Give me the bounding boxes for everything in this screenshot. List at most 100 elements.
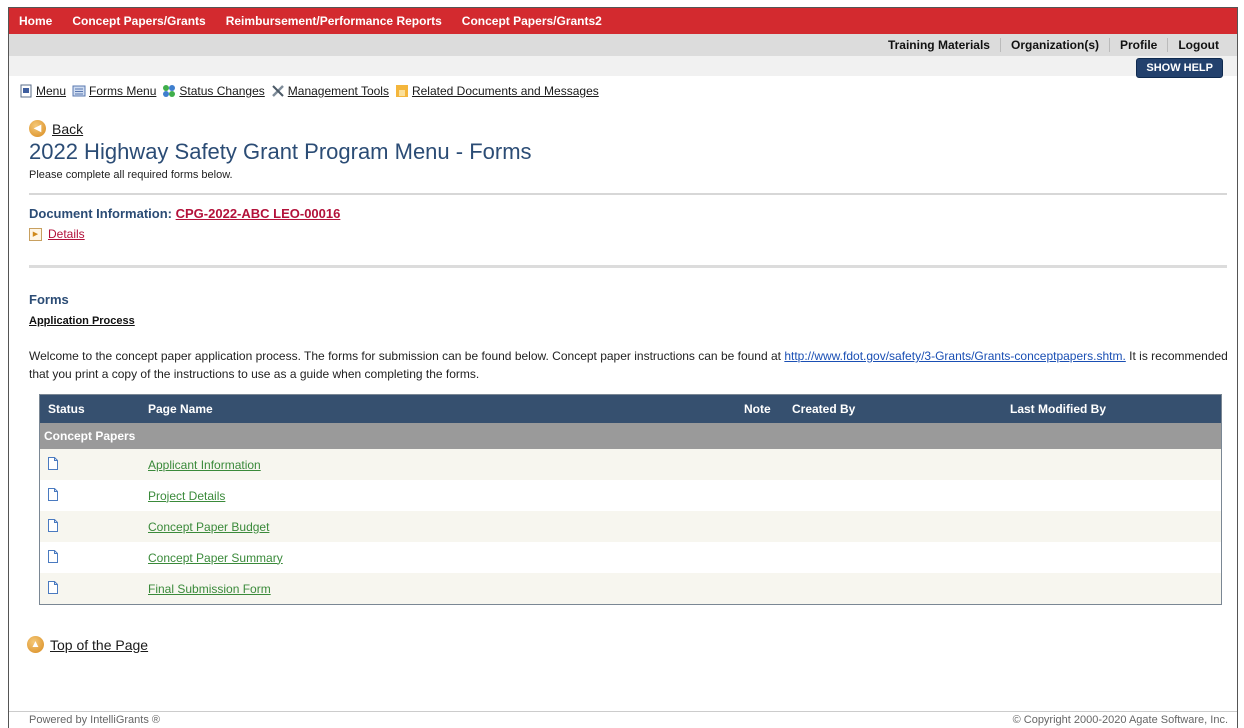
note-cell <box>736 542 784 573</box>
up-arrow-icon[interactable]: ▲ <box>27 636 44 653</box>
user-navigation: Training Materials Organization(s) Profi… <box>9 34 1237 56</box>
last-modified-cell <box>1002 573 1222 605</box>
forms-table: Status Page Name Note Created By Last Mo… <box>39 394 1222 605</box>
table-row: Concept Paper Summary <box>39 542 1222 573</box>
group-label: Concept Papers <box>39 423 1222 449</box>
forms-heading: Forms <box>29 292 69 307</box>
note-cell <box>736 449 784 480</box>
status-changes-tool[interactable]: Status Changes <box>162 84 265 98</box>
tools-icon <box>271 85 284 97</box>
app-window: Home Concept Papers/Grants Reimbursement… <box>8 7 1238 728</box>
document-information: Document Information: CPG-2022-ABC LEO-0… <box>29 206 1227 221</box>
document-info-label: Document Information: <box>29 206 172 221</box>
note-cell <box>736 573 784 605</box>
column-created-by: Created By <box>784 394 1002 423</box>
nav-concept-papers-grants[interactable]: Concept Papers/Grants <box>72 14 205 28</box>
menu-link[interactable]: Menu <box>36 84 66 98</box>
last-modified-cell <box>1002 511 1222 542</box>
management-tools-link[interactable]: Management Tools <box>288 84 389 98</box>
document-id-link[interactable]: CPG-2022-ABC LEO-00016 <box>176 206 341 221</box>
document-icon <box>48 518 58 532</box>
table-row: Applicant Information <box>39 449 1222 480</box>
document-icon <box>48 456 58 470</box>
top-navigation: Home Concept Papers/Grants Reimbursement… <box>9 8 1237 34</box>
back-arrow-icon[interactable]: ◀ <box>29 120 46 137</box>
forms-menu-link[interactable]: Forms Menu <box>89 84 156 98</box>
menu-icon <box>20 84 32 98</box>
related-documents-link[interactable]: Related Documents and Messages <box>412 84 599 98</box>
main-content: ◀ Back 2022 Highway Safety Grant Program… <box>9 120 1237 653</box>
page-name-cell: Concept Paper Summary <box>140 542 736 573</box>
back-link[interactable]: Back <box>52 121 83 137</box>
top-of-page-link[interactable]: Top of the Page <box>50 637 148 653</box>
column-note: Note <box>736 394 784 423</box>
column-status: Status <box>39 394 140 423</box>
form-link-concept-paper-summary[interactable]: Concept Paper Summary <box>148 551 283 565</box>
instructions-link[interactable]: http://www.fdot.gov/safety/3-Grants/Gran… <box>784 349 1125 363</box>
profile-link[interactable]: Profile <box>1110 38 1167 52</box>
status-changes-link[interactable]: Status Changes <box>179 84 264 98</box>
back-row: ◀ Back <box>29 120 1227 137</box>
created-by-cell <box>784 511 1002 542</box>
page-name-cell: Project Details <box>140 480 736 511</box>
page-instructions: Please complete all required forms below… <box>29 169 233 181</box>
document-icon <box>48 549 58 563</box>
organizations-link[interactable]: Organization(s) <box>1001 38 1109 52</box>
form-link-project-details[interactable]: Project Details <box>148 489 225 503</box>
document-icon <box>48 580 58 594</box>
page-title: 2022 Highway Safety Grant Program Menu -… <box>29 139 532 164</box>
created-by-cell <box>784 542 1002 573</box>
powered-by-text: Powered by IntelliGrants ® <box>29 714 160 726</box>
note-cell <box>736 480 784 511</box>
page-name-cell: Concept Paper Budget <box>140 511 736 542</box>
status-cell <box>39 480 140 511</box>
status-changes-icon <box>163 85 176 97</box>
details-link[interactable]: Details <box>48 227 85 241</box>
top-of-page-row: ▲ Top of the Page <box>27 636 1227 653</box>
nav-concept-papers-grants2[interactable]: Concept Papers/Grants2 <box>462 14 602 28</box>
form-link-concept-paper-budget[interactable]: Concept Paper Budget <box>148 520 269 534</box>
status-cell <box>39 542 140 573</box>
column-page-name: Page Name <box>140 394 736 423</box>
table-row: Final Submission Form <box>39 573 1222 605</box>
logout-link[interactable]: Logout <box>1168 38 1229 52</box>
details-row: ▶ Details <box>29 227 1227 241</box>
group-row: Concept Papers <box>39 423 1222 449</box>
last-modified-cell <box>1002 449 1222 480</box>
application-process-heading: Application Process <box>29 315 135 327</box>
copyright-text: © Copyright 2000-2020 Agate Software, In… <box>1012 714 1228 726</box>
divider <box>29 193 1227 195</box>
menu-tool[interactable]: Menu <box>19 84 66 98</box>
status-cell <box>39 573 140 605</box>
management-tools-tool[interactable]: Management Tools <box>271 84 389 98</box>
page-name-cell: Applicant Information <box>140 449 736 480</box>
last-modified-cell <box>1002 480 1222 511</box>
nav-home[interactable]: Home <box>19 14 52 28</box>
page-footer: Powered by IntelliGrants ® © Copyright 2… <box>9 711 1237 728</box>
status-cell <box>39 511 140 542</box>
nav-reimbursement-reports[interactable]: Reimbursement/Performance Reports <box>226 14 442 28</box>
status-cell <box>39 449 140 480</box>
form-link-final-submission-form[interactable]: Final Submission Form <box>148 582 271 596</box>
training-materials-link[interactable]: Training Materials <box>878 38 1000 52</box>
created-by-cell <box>784 573 1002 605</box>
document-icon <box>48 487 58 501</box>
divider <box>29 265 1227 268</box>
welcome-text: Welcome to the concept paper application… <box>29 347 1229 383</box>
welcome-text-before: Welcome to the concept paper application… <box>29 349 785 363</box>
created-by-cell <box>784 449 1002 480</box>
folder-icon <box>395 85 408 97</box>
help-row: SHOW HELP <box>9 56 1237 78</box>
expand-icon[interactable]: ▶ <box>29 227 42 241</box>
last-modified-cell <box>1002 542 1222 573</box>
page-toolbar: Menu Forms Menu Status Changes Managemen… <box>9 76 1237 101</box>
table-row: Project Details <box>39 480 1222 511</box>
created-by-cell <box>784 480 1002 511</box>
page-name-cell: Final Submission Form <box>140 573 736 605</box>
forms-menu-tool[interactable]: Forms Menu <box>72 84 156 98</box>
form-link-applicant-information[interactable]: Applicant Information <box>148 458 261 472</box>
forms-menu-icon <box>72 85 86 97</box>
show-help-button[interactable]: SHOW HELP <box>1136 58 1223 78</box>
related-docs-tool[interactable]: Related Documents and Messages <box>395 84 599 98</box>
column-last-modified-by: Last Modified By <box>1002 394 1222 423</box>
